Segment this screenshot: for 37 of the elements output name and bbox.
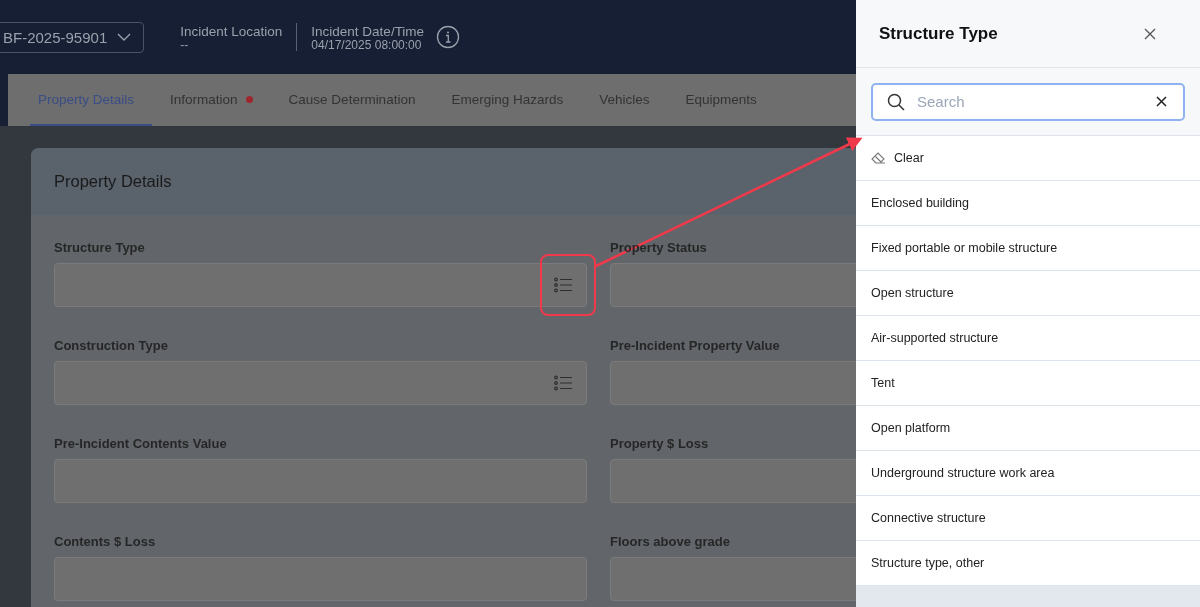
clear-option[interactable]: Clear — [856, 136, 1200, 181]
option-item[interactable]: Enclosed building — [856, 181, 1200, 226]
option-item[interactable]: Connective structure — [856, 496, 1200, 541]
chevron-down-icon — [117, 33, 132, 41]
eraser-icon — [871, 152, 886, 164]
list-icon[interactable] — [554, 277, 572, 293]
list-icon[interactable] — [554, 375, 572, 391]
field-label: Pre-Incident Contents Value — [54, 436, 227, 451]
close-icon[interactable] — [1144, 27, 1156, 40]
option-item[interactable]: Air-supported structure — [856, 316, 1200, 361]
field-label: Property $ Loss — [610, 436, 709, 451]
clear-search-icon[interactable] — [1156, 96, 1167, 107]
option-item[interactable]: Open structure — [856, 271, 1200, 316]
drawer-title: Structure Type — [879, 23, 998, 44]
date-time-label: Incident Date/Time — [311, 23, 425, 39]
location-value: -- — [180, 38, 190, 51]
location-label: Incident Location — [180, 23, 283, 39]
field-label: Pre-Incident Property Value — [610, 338, 780, 353]
field-label: Construction Type — [54, 338, 168, 353]
option-item[interactable]: Fixed portable or mobile structure — [856, 226, 1200, 271]
option-item[interactable]: Open platform — [856, 406, 1200, 451]
case-selector[interactable]: BF-2025-95901 — [0, 21, 145, 53]
option-item[interactable]: Underground structure work area — [856, 451, 1200, 496]
input-field[interactable] — [54, 557, 587, 601]
search-icon — [887, 92, 905, 111]
search-field[interactable]: Search — [871, 82, 1185, 121]
input-field[interactable] — [54, 263, 587, 307]
field-label: Floors above grade — [610, 534, 730, 549]
date-time-value: 04/17/2025 08:00:00 — [311, 38, 423, 51]
input-field[interactable] — [54, 459, 587, 503]
option-item[interactable]: Tent — [856, 361, 1200, 406]
field-label: Structure Type — [54, 240, 145, 255]
info-icon[interactable] — [436, 25, 461, 49]
card-title: Property Details — [54, 172, 172, 191]
search-input[interactable]: Search — [915, 92, 1146, 111]
field-label: Contents $ Loss — [54, 534, 156, 549]
input-field[interactable] — [54, 361, 587, 405]
